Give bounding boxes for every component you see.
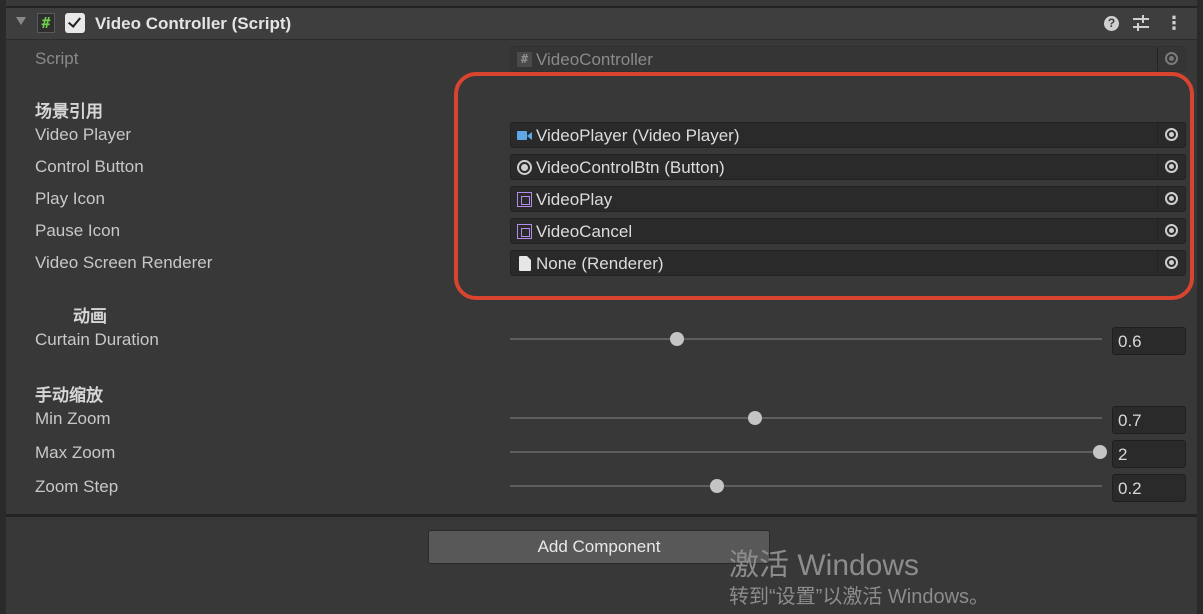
field-label-play-icon: Play Icon <box>35 189 105 208</box>
activation-watermark-title: 激活 Windows <box>729 549 920 582</box>
number-field-max-zoom[interactable]: 2 <box>1112 440 1186 468</box>
slider-track-min-zoom[interactable] <box>510 417 1102 419</box>
slider-track-curtain-duration[interactable] <box>510 338 1102 340</box>
context-menu-icon[interactable]: ⋮ <box>1165 13 1183 33</box>
add-component-button[interactable]: Add Component <box>428 530 770 564</box>
enabled-checkbox[interactable] <box>65 13 85 33</box>
number-value: 0.7 <box>1118 411 1142 430</box>
slider-thumb-min-zoom[interactable] <box>748 411 762 425</box>
section-header-animation: 动画 <box>73 307 107 326</box>
panel-left-edge <box>0 0 6 614</box>
number-value: 0.6 <box>1118 332 1142 351</box>
field-label-control-button: Control Button <box>35 157 144 176</box>
slider-label-curtain-duration: Curtain Duration <box>35 330 159 349</box>
component-title: Video Controller (Script) <box>95 14 292 33</box>
slider-label-max-zoom: Max Zoom <box>35 443 116 462</box>
object-picker-icon <box>1157 47 1185 71</box>
field-label-video-player: Video Player <box>35 125 132 144</box>
slider-thumb-max-zoom[interactable] <box>1093 445 1107 459</box>
script-label: Script <box>35 49 79 68</box>
script-icon: # <box>37 13 55 33</box>
bottom-divider <box>6 514 1197 517</box>
number-field-curtain-duration[interactable]: 0.6 <box>1112 327 1186 355</box>
foldout-arrow-icon[interactable] <box>16 17 26 25</box>
script-file-icon: # <box>517 52 532 67</box>
number-value: 2 <box>1118 445 1128 464</box>
section-header-scene-refs: 场景引用 <box>35 102 103 121</box>
slider-track-zoom-step[interactable] <box>510 485 1102 487</box>
slider-thumb-curtain-duration[interactable] <box>670 332 684 346</box>
activation-watermark-subtitle: 转到“设置”以激活 Windows。 <box>729 586 990 608</box>
number-value: 0.2 <box>1118 479 1142 498</box>
number-field-min-zoom[interactable]: 0.7 <box>1112 406 1186 434</box>
field-label-video-screen-renderer: Video Screen Renderer <box>35 253 213 272</box>
slider-label-zoom-step: Zoom Step <box>35 477 119 496</box>
presets-icon[interactable] <box>1132 14 1150 32</box>
slider-thumb-zoom-step[interactable] <box>710 479 724 493</box>
slider-label-min-zoom: Min Zoom <box>35 409 111 428</box>
field-label-pause-icon: Pause Icon <box>35 221 121 240</box>
number-field-zoom-step[interactable]: 0.2 <box>1112 474 1186 502</box>
section-header-manual-zoom: 手动缩放 <box>35 386 103 405</box>
slider-track-max-zoom[interactable] <box>510 451 1102 453</box>
highlight-annotation <box>454 72 1194 300</box>
panel-right-edge <box>1197 0 1203 614</box>
script-field: # VideoController <box>510 46 1186 72</box>
script-field-value: VideoController <box>536 50 653 69</box>
help-icon[interactable]: ? <box>1104 16 1119 31</box>
